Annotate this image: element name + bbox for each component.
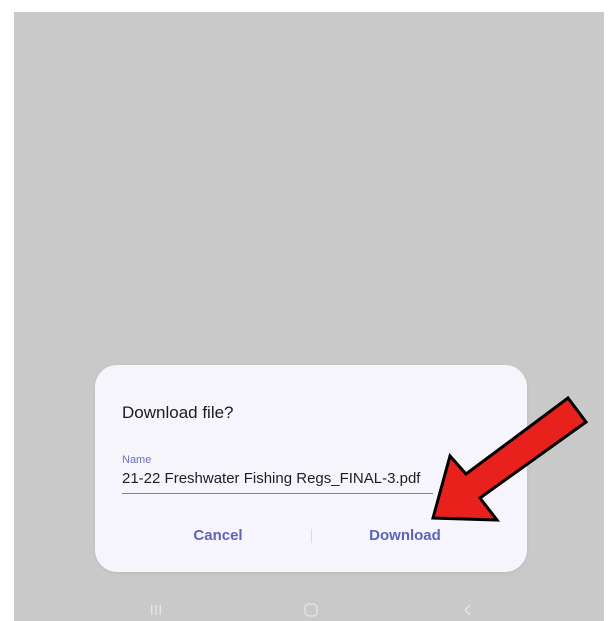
navigation-bar <box>14 598 604 621</box>
dialog-title: Download file? <box>122 403 234 422</box>
download-dialog: Download file? Name 21-22 Freshwater Fis… <box>95 365 527 572</box>
screen-backdrop: Download file? Name 21-22 Freshwater Fis… <box>14 12 604 621</box>
recents-icon[interactable] <box>144 598 168 621</box>
recents-icon-glyph <box>151 605 161 615</box>
name-label: Name <box>122 454 152 466</box>
field-underline <box>122 493 433 494</box>
back-icon-glyph <box>464 604 471 616</box>
home-icon[interactable] <box>299 598 323 621</box>
back-icon[interactable] <box>456 598 480 621</box>
download-button[interactable]: Download <box>352 525 458 547</box>
file-name-input[interactable]: 21-22 Freshwater Fishing Regs_FINAL-3.pd… <box>122 469 434 489</box>
button-divider <box>311 529 312 543</box>
file-name-field[interactable]: Name 21-22 Freshwater Fishing Regs_FINAL… <box>122 454 434 489</box>
home-icon-glyph <box>304 603 318 617</box>
cancel-button[interactable]: Cancel <box>165 525 271 547</box>
